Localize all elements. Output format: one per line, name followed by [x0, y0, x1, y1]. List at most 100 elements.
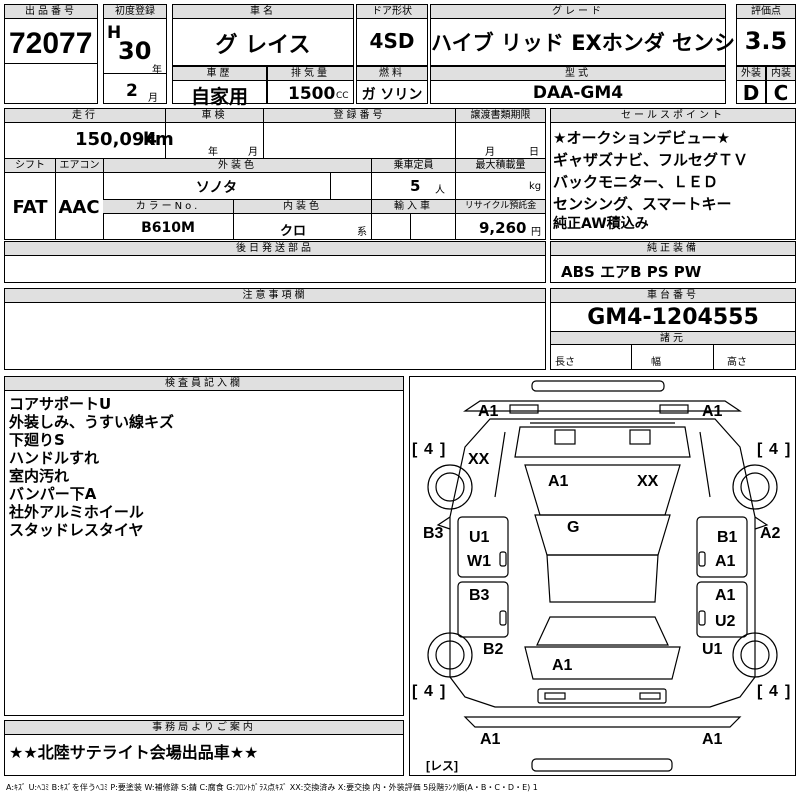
- grade-cell: グレード ハイブ リッド EXホンダ センシング: [430, 4, 778, 66]
- diag-roof: G: [567, 519, 580, 536]
- car-name-cell: 車名 グ レイス: [172, 4, 354, 66]
- fuel-label: 燃料: [357, 67, 427, 81]
- grade-label: グレード: [431, 5, 725, 19]
- sales-point-item: ギャザズナビ、フルセグＴＶ: [553, 151, 749, 169]
- diag-door-u1: U1: [469, 529, 490, 546]
- damage-diagram: A1 A1 [ 4 ] [ 4 ] XX A1 XX G B3 A2 U1 W1…: [409, 376, 796, 776]
- sales-point-item: 純正AW積込み: [553, 216, 649, 232]
- model-cell: 型式 DAA-GM4: [430, 66, 726, 104]
- diag-rear-left: A1: [480, 731, 501, 748]
- diag-tread-rl: 4: [424, 683, 433, 700]
- diag-front-right: A1: [702, 403, 723, 420]
- door-cell: ドア形状 4SD: [356, 4, 428, 66]
- door-label: ドア形状: [357, 5, 427, 19]
- mileage-label: 走行: [5, 109, 165, 123]
- dims-height: 高さ: [727, 357, 747, 368]
- inspection-month-unit: 月: [248, 147, 258, 158]
- inspector-item: ハンドルすれ: [9, 449, 100, 467]
- ext-color-label: 外装色: [103, 159, 371, 173]
- inspector-item: 室内汚れ: [9, 467, 70, 485]
- shift-label: シフト: [5, 159, 55, 173]
- score: 3.5: [744, 27, 788, 55]
- diag-tread-fl: 4: [424, 441, 433, 458]
- import-label: 輸入車: [371, 200, 455, 214]
- inspector-item: スタッドレスタイヤ: [9, 521, 144, 539]
- lot-number-label: 出品番号: [5, 5, 97, 19]
- specs-table: 走行 車検 登録番号 譲渡書類期限 150,094 km 年 月 月 日 シフト…: [4, 108, 546, 240]
- month-unit: 月: [148, 93, 158, 104]
- equipment-box: 純正装備 ABS エアB PS PW: [550, 241, 796, 283]
- diag-spare-tire: [レス]: [426, 759, 458, 773]
- legend: A:ｷｽﾞ U:ﾍｺﾐ B:ｷｽﾞを伴うﾍｺﾐ P:要塗装 W:補修跡 S:錆 …: [6, 783, 538, 792]
- lot-number-cell: 出品番号 72077: [4, 4, 98, 104]
- inspector-list: コアサポートU 外装しみ、うすい線キズ 下廻りS ハンドルすれ 室内汚れ バンパ…: [9, 395, 174, 539]
- grade: ハイブ リッド EXホンダ センシング: [431, 31, 778, 55]
- sales-point-item: バックモニター、ＬＥＤ: [553, 173, 718, 191]
- model-label: 型式: [431, 67, 725, 81]
- diag-bracket: ]: [440, 683, 446, 700]
- sales-point-item: センシング、スマートキー: [553, 195, 732, 213]
- interior-label: 内装: [767, 67, 795, 81]
- recycle-unit: 円: [531, 227, 541, 238]
- diag-bracket: [: [412, 441, 418, 458]
- diag-door-b3: B3: [469, 587, 490, 604]
- car-outline: [427, 380, 778, 772]
- diag-windshield-left: A1: [548, 473, 569, 490]
- shift: FAT: [12, 197, 48, 218]
- chassis-box: 車台番号 GM4-1204555 諸元 長さ 幅 高さ: [550, 288, 796, 370]
- color-no-label: カラーNo.: [103, 200, 233, 214]
- chassis-label: 車台番号: [551, 289, 795, 303]
- ext-color: ソノタ: [195, 180, 238, 196]
- diag-door-u2: U2: [715, 613, 736, 630]
- recycle-fee: 9,260: [479, 219, 527, 237]
- diag-door-a1: A1: [715, 553, 736, 570]
- score-label: 評価点: [737, 5, 795, 19]
- capacity-unit: 人: [435, 185, 445, 196]
- diag-rear-u1: U1: [702, 641, 723, 658]
- fuel: ガ ソリン: [361, 87, 423, 103]
- inspector-item: 外装しみ、うすい線キズ: [9, 413, 175, 431]
- reg-year: 30: [118, 37, 152, 65]
- car-name-label: 車名: [173, 5, 353, 19]
- diag-bracket: ]: [785, 441, 791, 458]
- transfer-day-unit: 日: [529, 147, 539, 158]
- inspection-label: 車検: [165, 109, 263, 123]
- diag-tread-rr: 4: [769, 683, 778, 700]
- notes-box: 注意事項欄: [4, 288, 546, 370]
- load-unit: kg: [529, 181, 542, 192]
- diag-right-side: A2: [760, 525, 781, 542]
- dims-length: 長さ: [555, 357, 575, 368]
- sales-points-box: セールスポイント ★オークションデビュー★ ギャザズナビ、フルセグＴＶ バックモ…: [550, 108, 796, 240]
- diag-bracket: [: [412, 683, 418, 700]
- inspector-label: 検査員記入欄: [5, 377, 403, 391]
- diag-rear-b2: B2: [483, 641, 504, 658]
- diag-bracket: ]: [785, 683, 791, 700]
- interior-cell: 内装 C: [766, 66, 796, 105]
- diag-door-w1: W1: [467, 553, 491, 570]
- inspector-item: コアサポートU: [9, 395, 112, 413]
- notes-label: 注意事項欄: [5, 289, 545, 303]
- history: 自家用: [190, 86, 248, 108]
- ac-type: AAC: [58, 197, 100, 218]
- inspector-item: バンパー下A: [9, 485, 97, 503]
- dims-width: 幅: [651, 357, 661, 368]
- sales-point-item: ★オークションデビュー★: [553, 129, 730, 147]
- lot-number: 72077: [9, 27, 93, 60]
- inspection-year-unit: 年: [208, 147, 218, 158]
- displacement-label: 排気量: [268, 67, 353, 81]
- capacity: 5: [410, 177, 421, 195]
- reg-month: 2: [126, 81, 138, 101]
- model: DAA-GM4: [532, 83, 624, 103]
- registration-label: 登録番号: [263, 109, 455, 123]
- history-cell: 車歴 自家用: [172, 66, 267, 108]
- score-cell: 評価点 3.5: [736, 4, 796, 66]
- diag-rear-right: A1: [702, 731, 723, 748]
- diag-bracket: ]: [440, 441, 446, 458]
- exterior-label: 外装: [737, 67, 765, 81]
- office-box: 事務局よりご案内 ★★北陸サテライト会場出品車★★: [4, 720, 404, 776]
- diag-hood-left: XX: [468, 451, 490, 468]
- sales-points-label: セールスポイント: [551, 109, 795, 123]
- inspector-item: 下廻りS: [9, 431, 65, 449]
- displacement-cell: 排気量 1500 CC: [267, 66, 354, 104]
- capacity-label: 乗車定員: [371, 159, 455, 173]
